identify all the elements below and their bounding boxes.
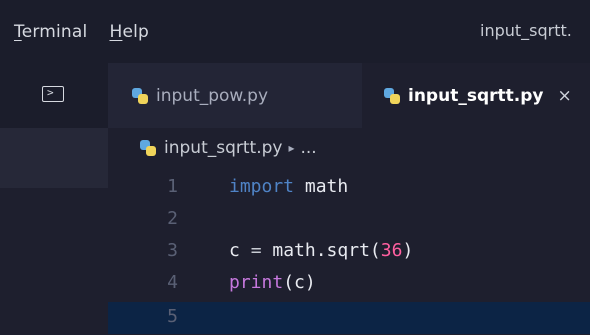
window-title: input_sqrtt.: [480, 21, 572, 40]
tab-label: input_pow.py: [156, 85, 269, 106]
menu-terminal[interactable]: Terminal: [14, 22, 87, 42]
activity-terminal-slot[interactable]: >: [0, 63, 108, 128]
code-line[interactable]: 4 print(c): [108, 268, 590, 300]
breadcrumb: input_sqrtt.py ▸ ...: [140, 138, 317, 158]
menu-bar: Terminal Help input_sqrtt.: [0, 0, 590, 63]
breadcrumb-rest[interactable]: ...: [300, 138, 316, 158]
menu-terminal-label-rest: erminal: [21, 21, 88, 42]
breadcrumb-separator-icon: ▸: [288, 141, 295, 155]
editor[interactable]: input_sqrtt.py ▸ ... 1 import math 2 3 c…: [108, 128, 590, 335]
tab-input-sqrtt[interactable]: input_sqrtt.py ×: [362, 63, 590, 128]
close-icon[interactable]: ×: [557, 86, 571, 106]
line-number: 5: [167, 306, 178, 327]
code-token-function: print: [229, 272, 284, 293]
tab-label: input_sqrtt.py: [408, 85, 544, 106]
line-number: 1: [167, 176, 178, 197]
tab-bar: input_pow.py input_sqrtt.py ×: [108, 63, 590, 128]
menu-help-label-rest: elp: [122, 21, 150, 42]
terminal-icon[interactable]: >: [42, 86, 64, 102]
python-icon: [140, 140, 156, 156]
menu-help-mnemonic: H: [109, 21, 123, 42]
code-text: c = math.sqrt(36): [229, 240, 413, 261]
code-token-number: 36: [380, 240, 403, 261]
breadcrumb-file[interactable]: input_sqrtt.py: [164, 138, 282, 158]
code-line[interactable]: 3 c = math.sqrt(36): [108, 236, 590, 268]
line-number: 2: [167, 208, 178, 229]
code-text: import math: [229, 176, 348, 197]
line-number: 4: [167, 272, 178, 293]
python-icon: [384, 87, 400, 104]
code-line[interactable]: 1 import math: [108, 172, 590, 204]
code-token-var: c: [229, 240, 240, 261]
python-icon: [132, 87, 148, 104]
code-token-args: (c): [283, 272, 316, 293]
menu-terminal-mnemonic: T: [14, 21, 22, 42]
code-text: print(c): [229, 272, 316, 293]
activity-bar: >: [0, 63, 108, 335]
code-line-current[interactable]: 5: [108, 302, 590, 334]
tab-input-pow[interactable]: input_pow.py: [132, 63, 268, 128]
code-token-operator: =: [250, 240, 262, 261]
code-token-keyword: import: [229, 176, 295, 197]
code-token-call: math.sqrt(: [272, 240, 381, 261]
code-line[interactable]: 2: [108, 204, 590, 236]
menu-help[interactable]: Help: [109, 22, 149, 42]
code-token-module: math: [304, 176, 349, 197]
activity-highlight: [0, 128, 108, 188]
line-number: 3: [167, 240, 178, 261]
code-token-paren: ): [402, 240, 414, 261]
